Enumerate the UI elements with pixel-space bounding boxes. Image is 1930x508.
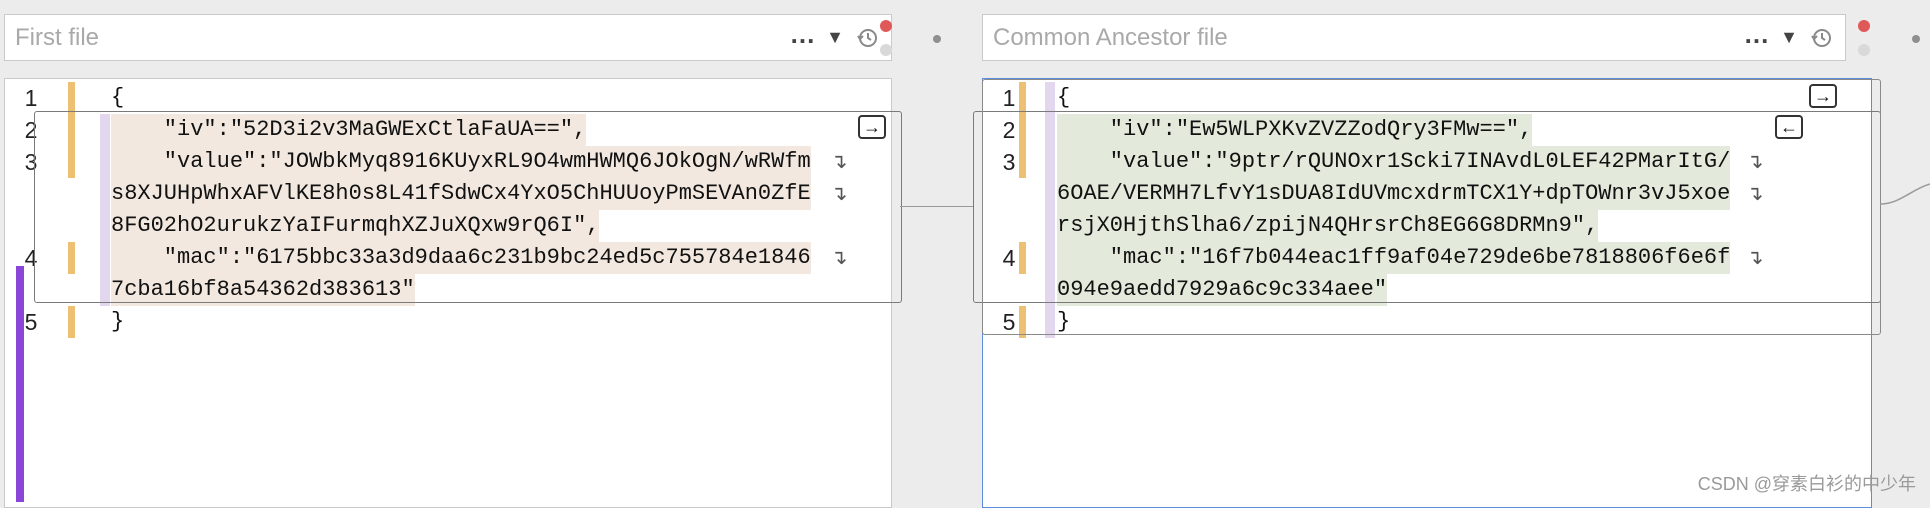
- history-icon[interactable]: [1807, 18, 1835, 58]
- diff-connector-curve: [1880, 183, 1930, 205]
- code-line: {: [111, 85, 125, 110]
- common-ancestor-file-bar: ... ▼: [982, 14, 1846, 61]
- ellipsis-icon[interactable]: ...: [1743, 15, 1771, 61]
- dropdown-caret-icon[interactable]: ▼: [821, 18, 849, 58]
- status-dot-red: [1858, 20, 1870, 32]
- common-ancestor-file-input[interactable]: [983, 15, 1743, 60]
- gutter-marker: [68, 306, 75, 338]
- status-dot-grey: [1858, 44, 1870, 56]
- status-dot-grey: [880, 44, 892, 56]
- line-number: 1: [24, 85, 38, 111]
- ellipsis-icon[interactable]: ...: [789, 15, 817, 61]
- first-file-bar: ... ▼: [4, 14, 892, 61]
- line-number: 5: [24, 309, 38, 335]
- history-icon[interactable]: [853, 18, 881, 58]
- separator-dot: [933, 35, 941, 43]
- gutter-marker: [68, 82, 75, 114]
- dropdown-caret-icon[interactable]: ▼: [1775, 18, 1803, 58]
- diff-connector-line: [900, 206, 973, 207]
- separator-dot: [1912, 35, 1920, 43]
- watermark: CSDN @穿素白衫的中少年: [1697, 474, 1916, 494]
- first-file-input[interactable]: [5, 15, 789, 60]
- change-block-outline: [982, 79, 1881, 335]
- code-line: }: [111, 309, 125, 334]
- change-block-outline: [34, 111, 902, 303]
- status-dot-red: [880, 20, 892, 32]
- change-indicator-bar: [16, 266, 24, 502]
